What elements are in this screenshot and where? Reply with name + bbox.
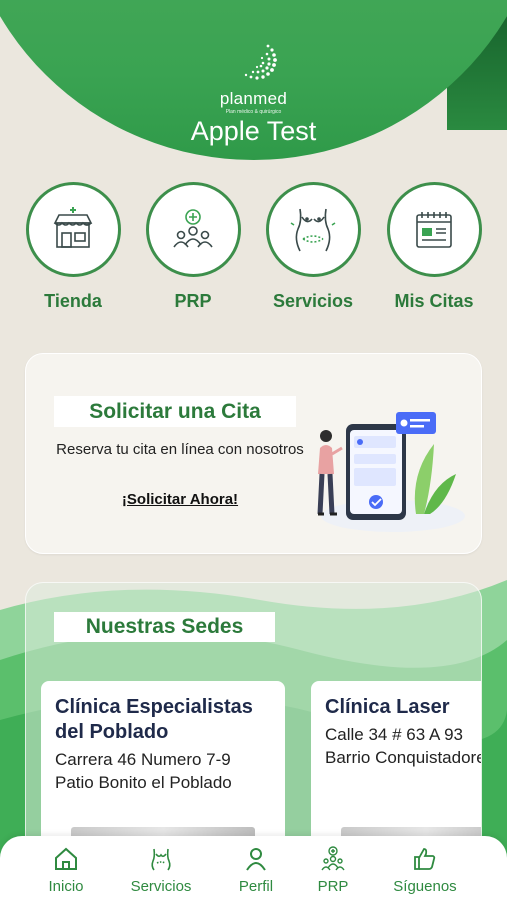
logo-name: planmed [219, 89, 288, 108]
nav-siguenos[interactable]: Síguenos [388, 846, 462, 895]
solicitar-ahora-link[interactable]: ¡Solicitar Ahora! [56, 491, 304, 508]
clinic-name: Clínica Especialistas del Poblado [55, 696, 253, 743]
nav-perfil[interactable]: Perfil [234, 846, 278, 895]
appointment-illustration [317, 412, 465, 532]
nav-inicio-label: Inicio [48, 878, 84, 895]
clinic-name: Clínica Laser [325, 696, 450, 718]
calendar-icon [416, 211, 452, 248]
action-prp[interactable]: PRP [133, 182, 253, 312]
cita-title: Solicitar una Cita [54, 396, 296, 427]
logo-tagline: Plan médico & quirúrgico [225, 109, 282, 115]
planmed-logo: planmed Plan médico & quirúrgico [0, 38, 507, 115]
logo-dots-icon [244, 44, 277, 80]
solicitar-cita-card[interactable]: Solicitar una Cita Reserva tu cita en lí… [25, 353, 482, 554]
prp-icon [321, 846, 345, 871]
cita-description: Reserva tu cita en línea con nosotros [56, 441, 304, 458]
action-tienda[interactable]: Tienda [13, 182, 133, 312]
quick-actions: Tienda PRP Servicios Mis Citas [0, 182, 507, 322]
bottom-navigation: Inicio Servicios Perfil PRP Síguenos [0, 836, 507, 900]
nav-perfil-label: Perfil [238, 878, 274, 895]
action-mis-citas[interactable]: Mis Citas [374, 182, 494, 312]
body-contour-icon [290, 208, 336, 251]
prp-circle[interactable] [145, 182, 241, 277]
thumbs-up-icon [414, 848, 436, 870]
servicios-label[interactable]: Servicios [253, 291, 373, 312]
nav-prp[interactable]: PRP [311, 846, 355, 895]
sedes-title: Nuestras Sedes [54, 612, 275, 642]
clinic-address: Calle 34 # 63 A 93 Barrio Conquistadores [325, 725, 482, 767]
tienda-label[interactable]: Tienda [13, 291, 133, 312]
header: planmed Plan médico & quirúrgico Apple T… [0, 0, 507, 165]
prp-group-icon [173, 208, 213, 247]
clinic-address: Carrera 46 Numero 7-9 Patio Bonito el Po… [55, 750, 232, 792]
home-icon [55, 847, 77, 870]
nav-servicios-label: Servicios [130, 878, 192, 895]
nav-siguenos-label: Síguenos [393, 878, 457, 895]
mis-citas-label[interactable]: Mis Citas [374, 291, 494, 312]
services-icon [151, 848, 171, 871]
app-title: Apple Test [190, 116, 317, 146]
mis-citas-circle[interactable] [386, 182, 482, 277]
nav-inicio[interactable]: Inicio [44, 846, 88, 895]
prp-label[interactable]: PRP [133, 291, 253, 312]
action-servicios[interactable]: Servicios [253, 182, 373, 312]
nav-prp-label: PRP [317, 878, 349, 895]
servicios-circle[interactable] [265, 182, 361, 277]
profile-icon [246, 848, 266, 871]
tienda-circle[interactable] [25, 182, 121, 277]
store-icon [53, 206, 93, 248]
nav-servicios[interactable]: Servicios [124, 846, 198, 895]
